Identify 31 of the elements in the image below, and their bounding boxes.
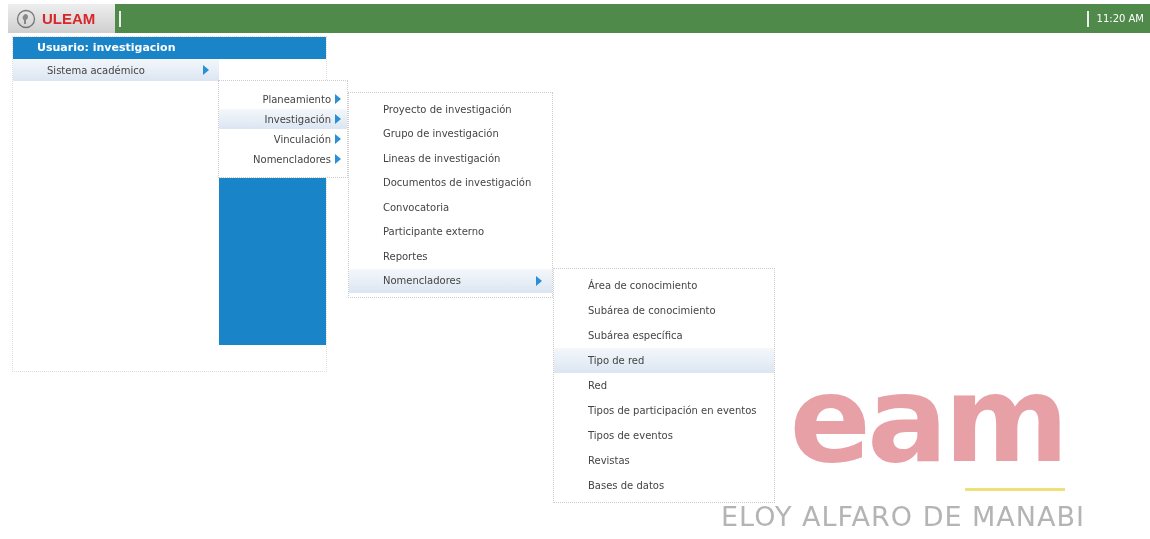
menu-item[interactable]: Lineas de investigación <box>349 146 552 171</box>
logo-subtitle: ELOY ALFARO DE MANABI <box>721 501 1085 532</box>
menu-item[interactable]: Bases de datos <box>554 473 774 498</box>
start-button[interactable]: ULEAM <box>8 4 115 33</box>
menu-item[interactable]: Nomencladores <box>219 149 347 169</box>
menu-item[interactable]: Revistas <box>554 448 774 473</box>
submenu-arrow-icon <box>536 275 542 286</box>
menu-item[interactable]: Grupo de investigación <box>349 121 552 146</box>
submenu-arrow-icon <box>203 65 209 75</box>
menu-item[interactable]: Tipo de red <box>554 348 774 373</box>
clock: 11:20 AM <box>1096 13 1144 24</box>
menu-item[interactable]: Tipos de eventos <box>554 423 774 448</box>
menu-item[interactable]: Subárea específica <box>554 323 774 348</box>
menu-item[interactable]: Red <box>554 373 774 398</box>
menu-item[interactable]: Proyecto de investigación <box>349 97 552 122</box>
menu-item[interactable]: Investigación <box>219 109 347 129</box>
logo-text: eam <box>789 360 1065 480</box>
menu-item[interactable]: Convocatoria <box>349 195 552 220</box>
menu-item[interactable]: Subárea de conocimiento <box>554 298 774 323</box>
menu-item[interactable]: Tipos de participación en eventos <box>554 398 774 423</box>
submenu-arrow-icon <box>335 114 341 124</box>
seal-icon <box>16 8 36 29</box>
menu-item[interactable]: Planeamiento <box>219 89 347 109</box>
menu-item[interactable]: Área de conocimiento <box>554 273 774 298</box>
menu-item[interactable]: Documentos de investigación <box>349 170 552 195</box>
menu-item[interactable]: Participante externo <box>349 219 552 244</box>
menu-item[interactable]: Vinculación <box>219 129 347 149</box>
menu-item[interactable]: Nomencladores <box>349 268 552 293</box>
menu-item[interactable]: Sistema académico <box>13 59 219 81</box>
user-header: Usuario: investigacion <box>13 37 326 59</box>
menu-item[interactable]: Reportes <box>349 244 552 269</box>
